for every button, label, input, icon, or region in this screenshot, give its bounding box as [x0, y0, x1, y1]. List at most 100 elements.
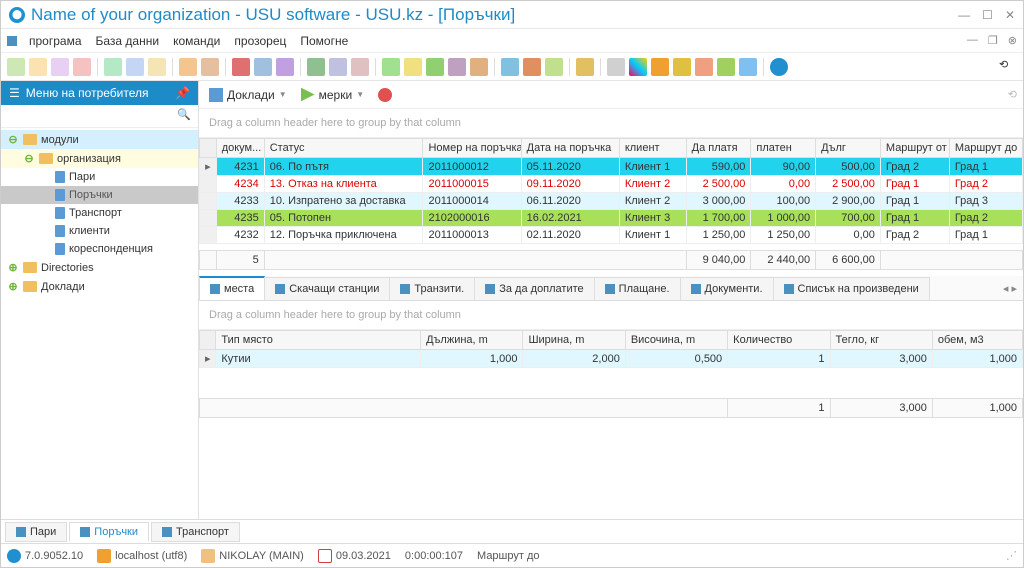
minimize-button[interactable]: —: [958, 8, 970, 22]
grid-row[interactable]: 423212. Поръчка приключена2011000013 02.…: [200, 227, 1023, 244]
tree-orders[interactable]: Поръчки: [1, 186, 198, 204]
tab-transits[interactable]: Транзити.: [389, 277, 475, 300]
tb-user-icon[interactable]: [695, 58, 713, 76]
tb-file-icon[interactable]: [276, 58, 294, 76]
search-input[interactable]: [4, 108, 173, 124]
tb-add-icon[interactable]: [382, 58, 400, 76]
orders-grid[interactable]: докум... Статус Номер на поръчка Дата на…: [199, 138, 1023, 270]
detail-group-hint[interactable]: Drag a column header here to group by th…: [199, 301, 1023, 330]
tb-flag-icon[interactable]: [232, 58, 250, 76]
col-status[interactable]: Статус: [264, 139, 423, 158]
detail-row[interactable]: ▸ Кутии 1,000 2,000 0,500 1 3,000 1,000: [200, 350, 1023, 368]
tb-info-icon[interactable]: [770, 58, 788, 76]
tb-list-icon[interactable]: [545, 58, 563, 76]
tab-surcharge[interactable]: За да доплатите: [474, 277, 594, 300]
tb-users-icon[interactable]: [717, 58, 735, 76]
col-orderno[interactable]: Номер на поръчка: [423, 139, 521, 158]
btab-transport[interactable]: Транспорт: [151, 522, 240, 542]
tree-organization[interactable]: ⊖ организация: [1, 149, 198, 168]
grid-row[interactable]: 423413. Отказ на клиента2011000015 09.11…: [200, 176, 1023, 193]
tb-delete-icon[interactable]: [73, 58, 91, 76]
tree-modules[interactable]: ⊖ модули: [1, 130, 198, 149]
btab-pari[interactable]: Пари: [5, 522, 67, 542]
tb-copy-icon[interactable]: [51, 58, 69, 76]
mdi-close-button[interactable]: ⊗: [1008, 34, 1017, 47]
tb-filter-icon[interactable]: [179, 58, 197, 76]
tb-check-icon[interactable]: [329, 58, 347, 76]
col-doc[interactable]: докум...: [216, 139, 264, 158]
tb-excel-icon[interactable]: [426, 58, 444, 76]
tb-color-icon[interactable]: [629, 58, 647, 76]
tab-produced[interactable]: Списък на произведени: [773, 277, 930, 300]
tb-refresh-icon[interactable]: [104, 58, 122, 76]
pin-icon[interactable]: 📌: [175, 86, 190, 100]
tb-lock-icon[interactable]: [673, 58, 691, 76]
tb-export-icon[interactable]: [448, 58, 466, 76]
tb-filter2-icon[interactable]: [201, 58, 219, 76]
tb-rss-icon[interactable]: [651, 58, 669, 76]
btab-orders[interactable]: Поръчки: [69, 522, 149, 542]
grid-header-row[interactable]: докум... Статус Номер на поръчка Дата на…: [200, 139, 1023, 158]
expand-icon[interactable]: ⊕: [7, 261, 19, 274]
tb-import-icon[interactable]: [470, 58, 488, 76]
tab-documents[interactable]: Документи.: [680, 277, 774, 300]
maximize-button[interactable]: ☐: [982, 8, 993, 22]
tab-payment[interactable]: Плащане.: [594, 277, 681, 300]
tb-sync-icon[interactable]: ⟲: [999, 58, 1017, 76]
tb-new-icon[interactable]: [7, 58, 25, 76]
tabs-scroll[interactable]: ◂ ▸: [997, 282, 1023, 295]
tb-wand-icon[interactable]: [739, 58, 757, 76]
col-date[interactable]: Дата на поръчка: [521, 139, 619, 158]
tb-search-icon[interactable]: [126, 58, 144, 76]
tab-stations[interactable]: Скачащи станции: [264, 277, 390, 300]
grid-row[interactable]: 423310. Изпратено за доставка2011000014 …: [200, 193, 1023, 210]
sync-icon[interactable]: ⟲: [1008, 88, 1017, 101]
search-icon[interactable]: 🔍: [173, 108, 195, 124]
collapse-icon[interactable]: ⊖: [23, 152, 35, 165]
mdi-minimize-button[interactable]: —: [967, 34, 978, 47]
menu-database[interactable]: База данни: [90, 32, 166, 50]
group-by-hint[interactable]: Drag a column header here to group by th…: [199, 109, 1023, 138]
tb-sum-icon[interactable]: [351, 58, 369, 76]
tb-star-icon[interactable]: [576, 58, 594, 76]
col-client[interactable]: клиент: [619, 139, 686, 158]
tree-clients[interactable]: клиенти: [1, 222, 198, 240]
detail-grid[interactable]: Тип място Дължина, m Ширина, m Височина,…: [199, 330, 1023, 519]
grid-row[interactable]: ▸ 423106. По пътя2011000012 05.11.2020Кл…: [200, 158, 1023, 176]
menu-icon: [7, 36, 17, 46]
col-paid[interactable]: платен: [751, 139, 816, 158]
tb-gear-icon[interactable]: [607, 58, 625, 76]
grid-row[interactable]: 423505. Потопен2102000016 16.02.2021Клие…: [200, 210, 1023, 227]
folder-icon: [23, 134, 37, 145]
menu-program[interactable]: програма: [23, 32, 88, 50]
resize-grip-icon[interactable]: ⋰: [1006, 549, 1017, 562]
mdi-restore-button[interactable]: ❐: [988, 34, 998, 47]
reports-dropdown[interactable]: Доклади ▼: [205, 86, 291, 104]
close-button[interactable]: ✕: [1005, 8, 1015, 22]
tb-image-icon[interactable]: [254, 58, 272, 76]
tree-directories[interactable]: ⊕ Directories: [1, 258, 198, 277]
menu-help[interactable]: Помогне: [294, 32, 354, 50]
expand-icon[interactable]: ⊕: [7, 280, 19, 293]
tree-transport[interactable]: Транспорт: [1, 204, 198, 222]
detail-header-row[interactable]: Тип място Дължина, m Ширина, m Височина,…: [200, 331, 1023, 350]
tb-window-icon[interactable]: [501, 58, 519, 76]
col-debt[interactable]: Дълг: [816, 139, 881, 158]
tb-note-icon[interactable]: [404, 58, 422, 76]
tree-correspondence[interactable]: кореспонденция: [1, 240, 198, 258]
tb-tree-icon[interactable]: [307, 58, 325, 76]
col-from[interactable]: Маршрут от: [880, 139, 949, 158]
tree-pari[interactable]: Пари: [1, 168, 198, 186]
col-to[interactable]: Маршрут до: [949, 139, 1022, 158]
collapse-icon[interactable]: ⊖: [7, 133, 19, 146]
measures-dropdown[interactable]: мерки ▼: [297, 86, 368, 104]
tb-open-icon[interactable]: [29, 58, 47, 76]
stop-button[interactable]: [374, 86, 396, 104]
tb-config-icon[interactable]: [523, 58, 541, 76]
menu-commands[interactable]: команди: [167, 32, 226, 50]
col-topay[interactable]: Да платя: [686, 139, 751, 158]
menu-window[interactable]: прозорец: [228, 32, 292, 50]
tb-light-icon[interactable]: [148, 58, 166, 76]
tab-places[interactable]: места: [199, 276, 265, 300]
tree-reports[interactable]: ⊕ Доклади: [1, 277, 198, 296]
